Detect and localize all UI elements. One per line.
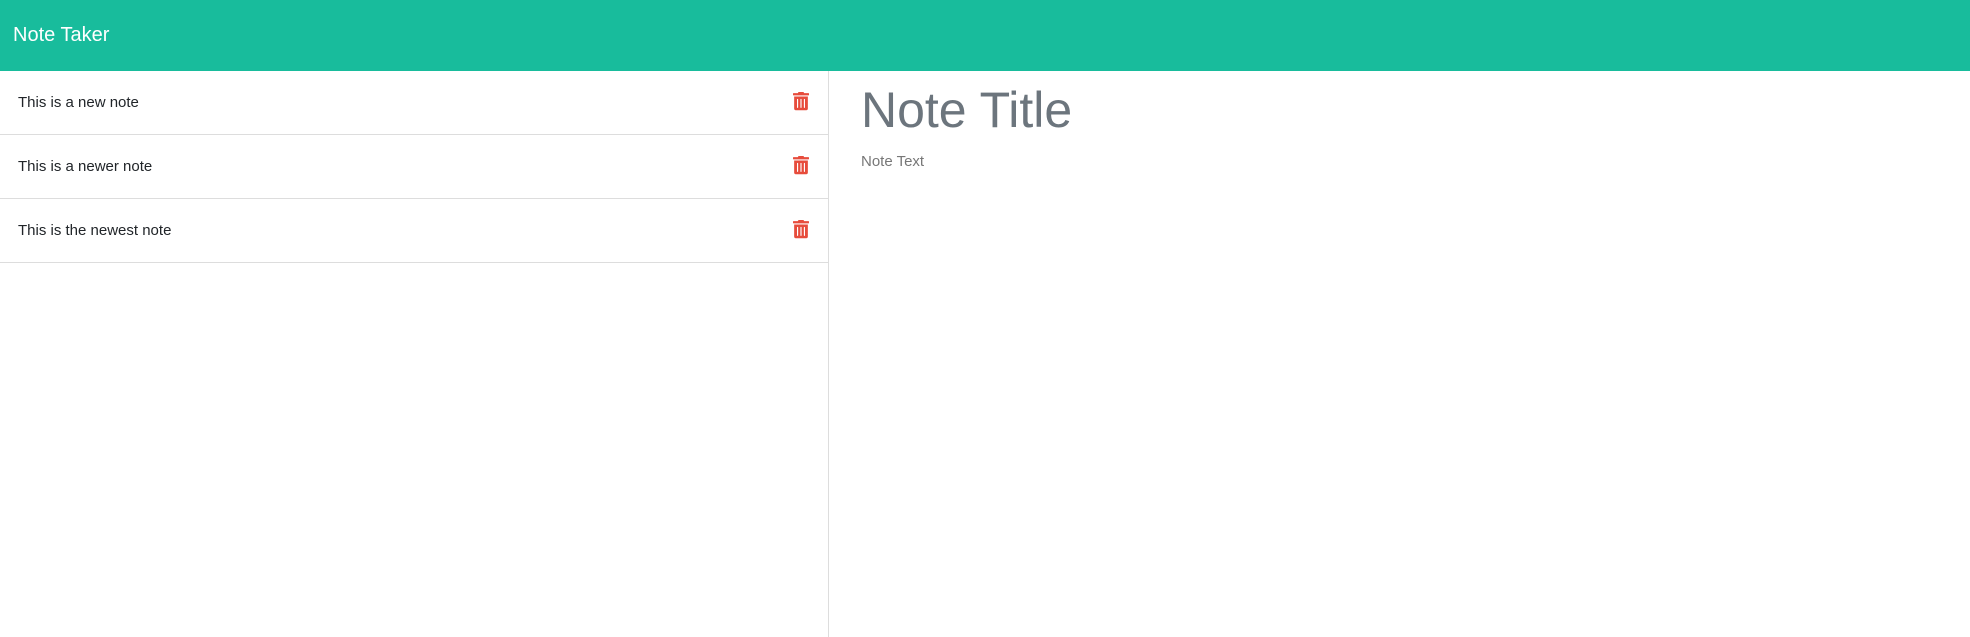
note-title: This is the newest note xyxy=(18,222,172,239)
note-title-input[interactable] xyxy=(861,77,1921,143)
navbar: Note Taker xyxy=(0,0,1970,71)
note-text-input[interactable] xyxy=(861,151,1921,591)
note-list-item[interactable]: This is a newer note xyxy=(0,135,828,199)
app-brand[interactable]: Note Taker xyxy=(13,24,109,47)
note-list: This is a new note This is a newer note … xyxy=(0,71,828,263)
note-title: This is a newer note xyxy=(18,158,153,175)
note-list-item[interactable]: This is the newest note xyxy=(0,199,828,263)
trash-icon[interactable] xyxy=(793,219,809,238)
note-title: This is a new note xyxy=(18,94,139,111)
trash-icon[interactable] xyxy=(793,91,809,110)
note-editor xyxy=(829,71,1970,637)
trash-icon[interactable] xyxy=(793,155,809,174)
note-list-panel: This is a new note This is a newer note … xyxy=(0,71,829,637)
note-list-item[interactable]: This is a new note xyxy=(0,71,828,135)
